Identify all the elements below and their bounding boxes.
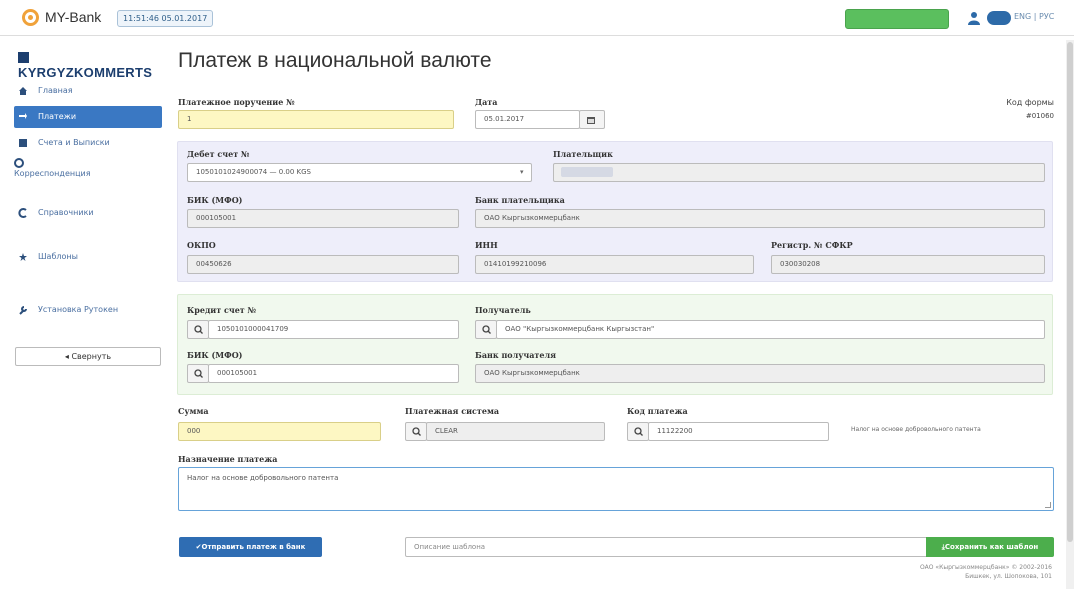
sidebar-item-label: Счета и Выписки: [38, 138, 110, 147]
brand-text: KYRGYZKOMMERTS: [18, 65, 153, 80]
inn-label: ИНН: [475, 240, 498, 250]
user-avatar[interactable]: [987, 11, 1011, 25]
chevron-down-icon: ▾: [520, 168, 524, 176]
inn-input[interactable]: 01410199210096: [475, 255, 754, 274]
sidebar-item-correspondence[interactable]: Корреспонденция: [14, 156, 162, 186]
credit-bik-search-button[interactable]: [187, 364, 209, 383]
sidebar-item-home[interactable]: Главная: [14, 80, 162, 102]
calendar-button[interactable]: [579, 110, 605, 129]
payer-input[interactable]: [553, 163, 1045, 182]
save-template-label: Сохранить как шаблон: [944, 543, 1039, 551]
payment-system-label: Платежная система: [405, 406, 500, 416]
sfkr-input[interactable]: 030030208: [771, 255, 1045, 274]
save-template-button[interactable]: ⤓Сохранить как шаблон: [926, 537, 1054, 557]
brand-icon: [18, 52, 29, 63]
sidebar-item-accounts[interactable]: Счета и Выписки: [14, 132, 162, 154]
recipient-input[interactable]: ОАО "Кыргызкоммерцбанк Кыргызстан": [496, 320, 1045, 339]
credit-bik-input[interactable]: 000105001: [208, 364, 459, 383]
okpo-input[interactable]: 00450626: [187, 255, 459, 274]
form-code-label: Код формы: [1006, 98, 1054, 107]
sidebar-item-label: Главная: [38, 86, 73, 95]
sidebar-item-rutoken[interactable]: Установка Рутокен: [14, 304, 162, 334]
top-bar: MY-Bank 11:51:46 05.01.2017 ENG | РУС: [0, 0, 1074, 36]
page-title: Платеж в национальной валюте: [178, 49, 492, 72]
bank-logo-icon: [22, 9, 39, 26]
footer-copyright: ОАО «Кыргызкоммерцбанк» © 2002-2016: [919, 564, 1052, 571]
language-switch[interactable]: ENG | РУС: [1014, 12, 1054, 21]
payment-system-search-button[interactable]: [405, 422, 427, 441]
search-icon: [412, 427, 421, 436]
payment-code-label: Код платежа: [627, 406, 688, 416]
search-icon: [194, 325, 203, 334]
credit-account-label: Кредит счет №: [187, 305, 257, 315]
datetime-badge: 11:51:46 05.01.2017: [117, 10, 214, 27]
user-icon[interactable]: [967, 11, 981, 25]
star-icon: [19, 253, 27, 261]
purpose-textarea[interactable]: Налог на основе добровольного патента: [178, 467, 1054, 511]
amount-input[interactable]: 000: [178, 422, 381, 441]
sidebar-item-label: Платежи: [38, 112, 77, 121]
calendar-icon: [587, 117, 595, 124]
bik-label: БИК (МФО): [187, 195, 243, 205]
payer-bank-input[interactable]: ОАО Кыргызкоммерцбанк: [475, 209, 1045, 228]
sidebar: KYRGYZKOMMERTS Главная Платежи Счета и В…: [0, 36, 165, 589]
footer: ОАО «Кыргызкоммерцбанк» © 2002-2016 Бишк…: [920, 563, 1052, 581]
payments-icon: [19, 113, 27, 119]
search-icon: [634, 427, 643, 436]
debit-account-select[interactable]: 1050101024900074 — 0.00 KGS: [187, 163, 532, 182]
payment-code-search-button[interactable]: [627, 422, 649, 441]
order-no-input[interactable]: 1: [178, 110, 454, 129]
resize-handle[interactable]: [1045, 502, 1051, 508]
sfkr-label: Регистр. № СФКР: [771, 240, 853, 250]
sidebar-item-templates[interactable]: Шаблоны: [14, 246, 162, 268]
credit-bik-label: БИК (МФО): [187, 350, 243, 360]
sidebar-item-label: Шаблоны: [38, 252, 78, 261]
payer-name-blurred: [561, 167, 613, 177]
sidebar-item-label: Справочники: [38, 208, 94, 217]
wrench-icon: [19, 306, 27, 315]
date-input[interactable]: 05.01.2017: [475, 110, 580, 129]
payment-system-input[interactable]: CLEAR: [426, 422, 605, 441]
app-name: MY-Bank: [45, 9, 102, 25]
payment-code-hint: Налог на основе добровольного патента: [851, 426, 981, 433]
recipient-search-button[interactable]: [475, 320, 497, 339]
sidebar-item-payments[interactable]: Платежи: [14, 106, 162, 128]
brand-logo: KYRGYZKOMMERTS: [18, 50, 165, 80]
search-icon: [482, 325, 491, 334]
amount-label: Сумма: [178, 406, 209, 416]
home-icon: [19, 87, 27, 95]
payer-bank-label: Банк плательщика: [475, 195, 565, 205]
purpose-text: Налог на основе добровольного патента: [187, 474, 339, 482]
send-payment-button[interactable]: ✔Отправить платеж в банк: [179, 537, 322, 557]
template-description-input[interactable]: Описание шаблона: [405, 537, 927, 557]
date-label: Дата: [475, 97, 498, 107]
sidebar-item-reference[interactable]: Справочники: [14, 202, 162, 224]
credit-account-input[interactable]: 1050101000041709: [208, 320, 459, 339]
debit-account-label: Дебет счет №: [187, 149, 250, 159]
reference-icon: [18, 208, 27, 218]
payer-label: Плательщик: [553, 149, 613, 159]
accounts-icon: [19, 139, 27, 147]
search-icon: [194, 369, 203, 378]
okpo-label: ОКПО: [187, 240, 216, 250]
footer-address: Бишкек, ул. Шопокова, 101: [965, 573, 1052, 580]
order-no-label: Платежное поручение №: [178, 97, 295, 107]
collapse-sidebar-button[interactable]: ◂ Свернуть: [15, 347, 161, 366]
sidebar-item-label: Установка Рутокен: [38, 305, 119, 314]
recipient-bank-label: Банк получателя: [475, 350, 557, 360]
status-badge[interactable]: [845, 9, 949, 29]
payment-code-input[interactable]: 11122200: [648, 422, 829, 441]
sidebar-item-label: Корреспонденция: [14, 169, 91, 178]
bik-input[interactable]: 000105001: [187, 209, 459, 228]
mail-icon: [14, 158, 24, 168]
purpose-label: Назначение платежа: [178, 454, 278, 464]
recipient-label: Получатель: [475, 305, 531, 315]
scrollbar-thumb[interactable]: [1067, 42, 1073, 542]
credit-account-search-button[interactable]: [187, 320, 209, 339]
form-code-value: #01060: [1025, 112, 1054, 120]
recipient-bank-input[interactable]: ОАО Кыргызкоммерцбанк: [475, 364, 1045, 383]
